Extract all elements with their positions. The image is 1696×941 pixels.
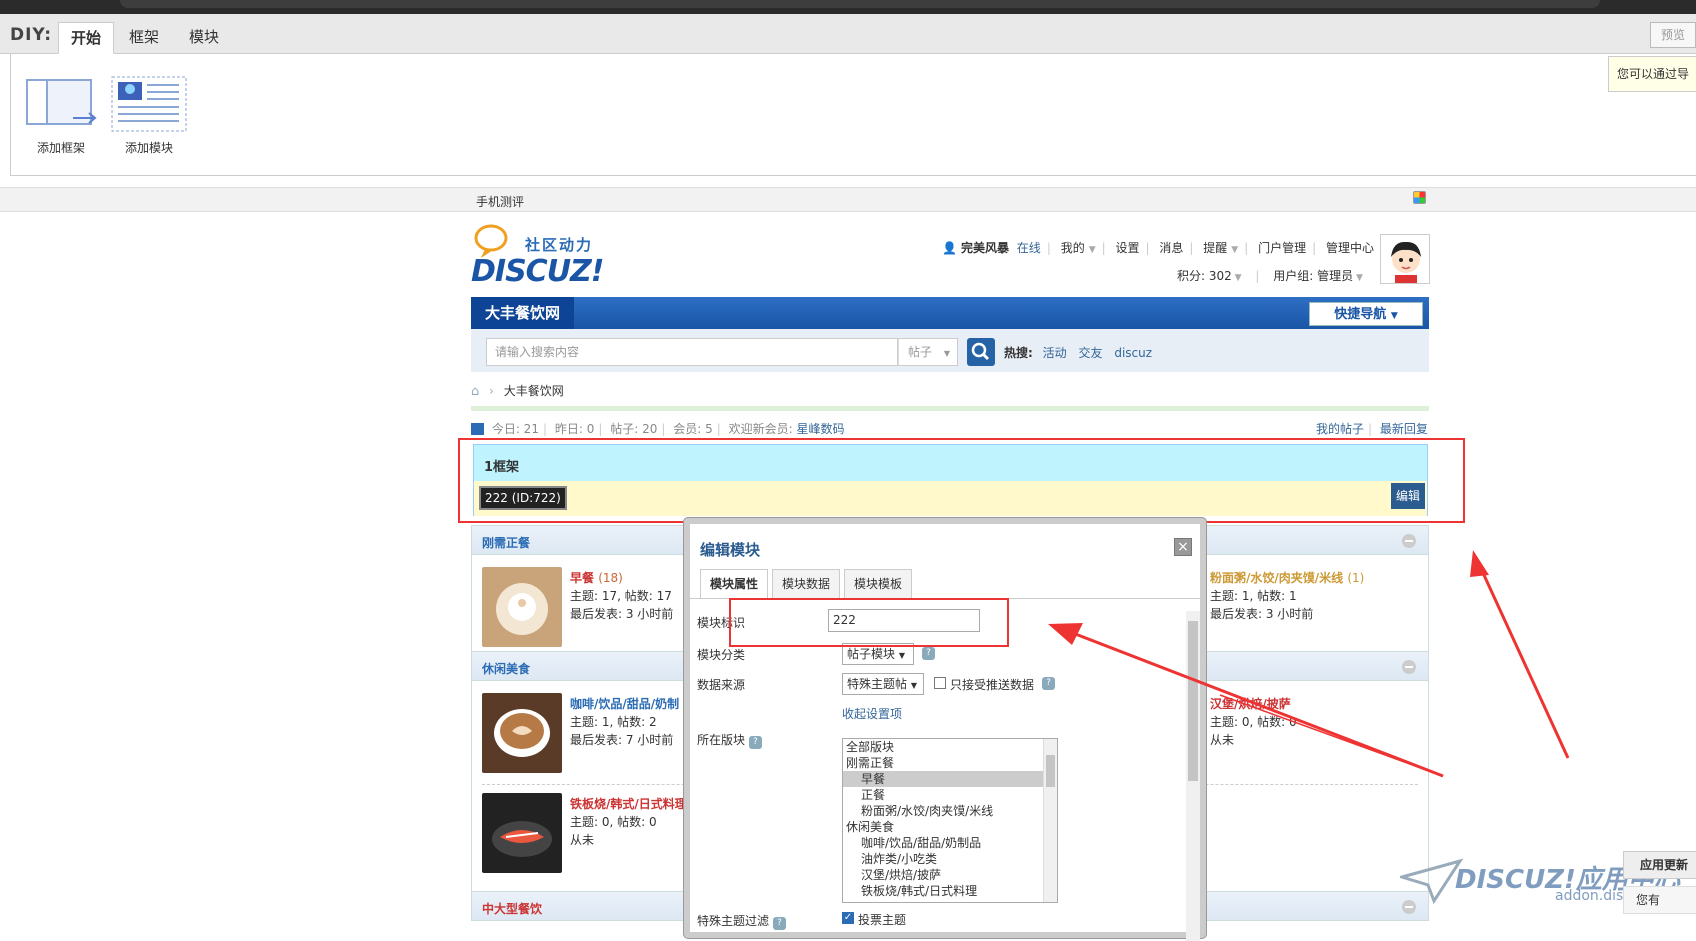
annotation-arrows (1048, 550, 1570, 778)
app-update-button[interactable]: 应用更新 (1623, 851, 1696, 879)
notice-button[interactable]: 您有 (1623, 886, 1696, 914)
